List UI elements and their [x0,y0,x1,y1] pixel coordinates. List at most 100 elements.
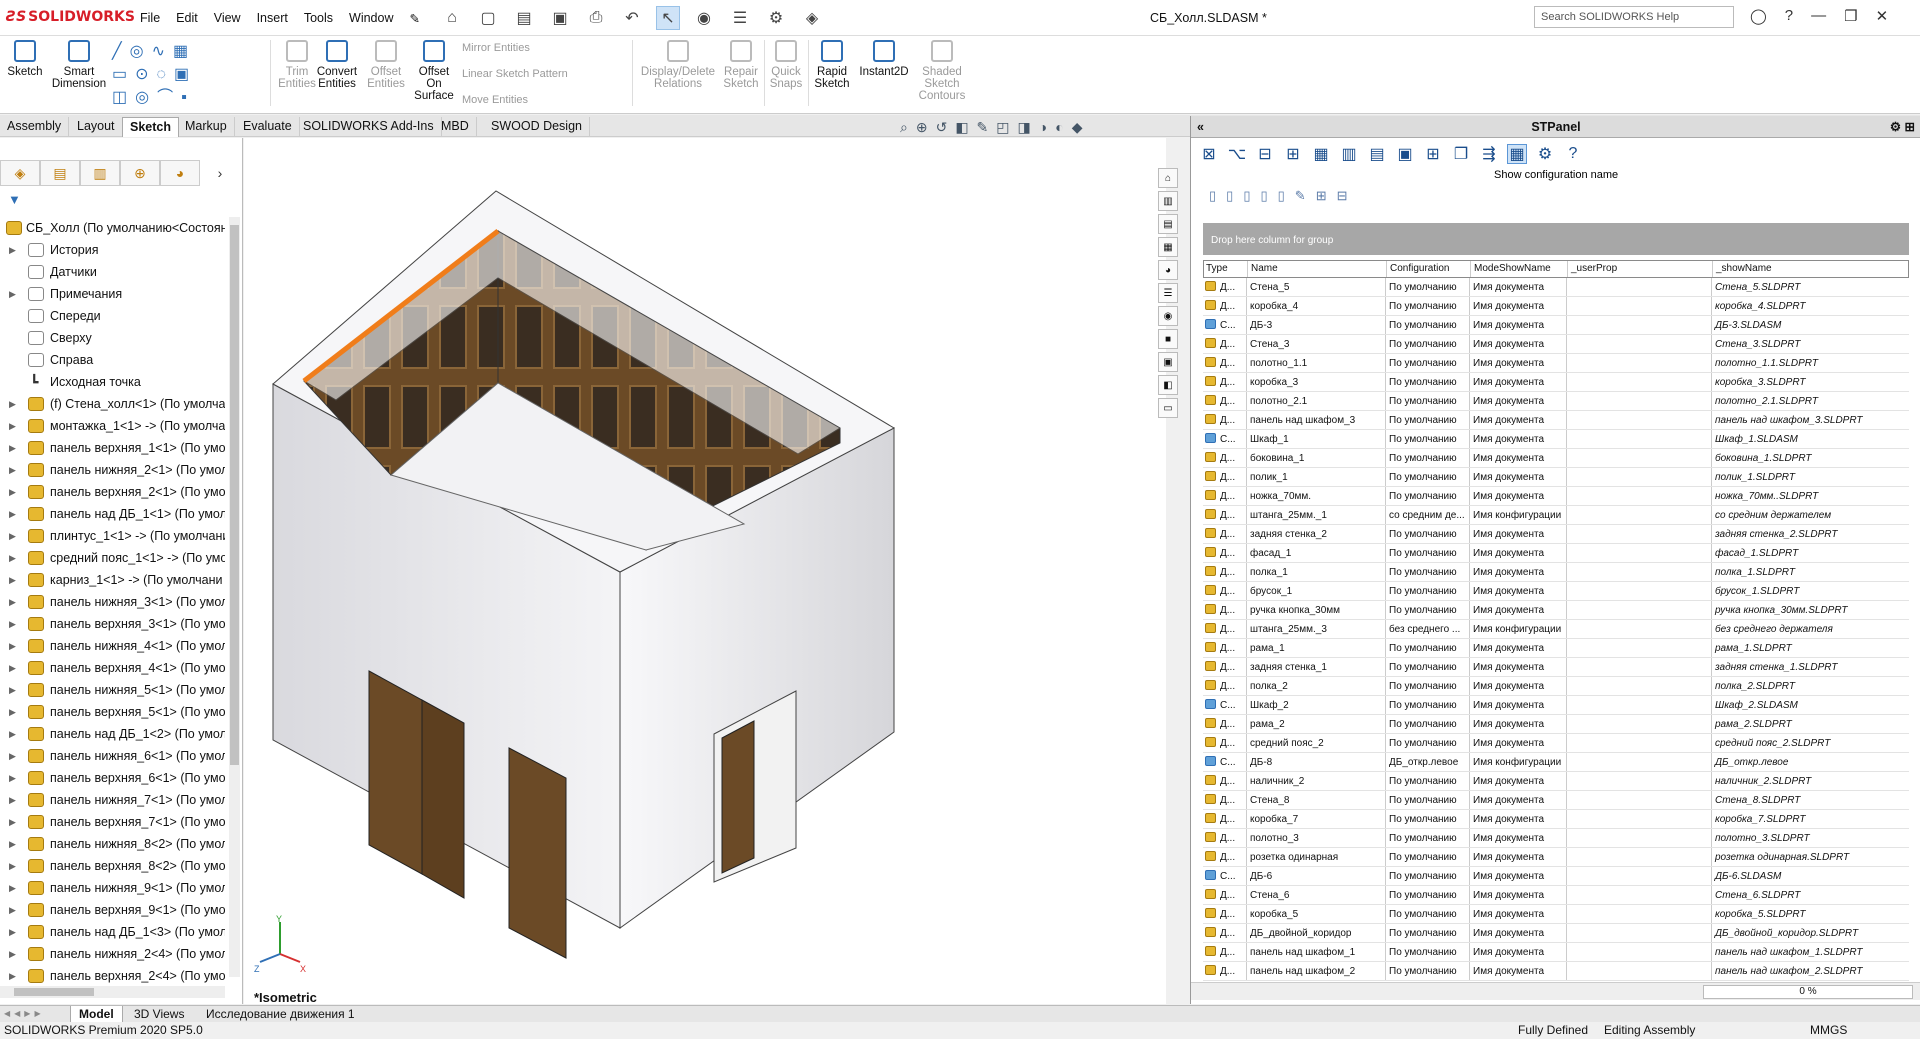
cell-name[interactable]: фасад_1 [1247,544,1386,562]
tree-item[interactable]: ▶ панель нижняя_2<1> (По умол [0,459,225,481]
split-icon[interactable]: ⊟ [1255,144,1275,164]
cell-modeshowname[interactable]: Имя документа [1470,316,1567,334]
sketch-entity-tools[interactable]: ╱◎∿▦ ▭⊙◌▣ ◫◎⌒▪ [112,40,252,108]
expand-arrow-icon[interactable]: ▶ [9,239,16,261]
column-header-type[interactable]: Type [1204,261,1248,277]
tree-item[interactable]: ▶ панель нижняя_2<4> (По умол [0,943,225,965]
cell-type[interactable]: С... [1203,867,1247,885]
menu-edit[interactable]: Edit [176,11,198,26]
cell-configuration[interactable]: По умолчанию [1386,924,1470,942]
configuration-manager-icon[interactable]: ▥ [80,160,120,186]
cell-showname[interactable]: панель над шкафом_3.SLDPRT [1712,411,1909,429]
appearances-icon[interactable]: ◕ [1158,260,1178,280]
cell-name[interactable]: средний пояс_2 [1247,734,1386,752]
expand-arrow-icon[interactable]: ▶ [9,679,16,701]
cell-type[interactable]: Д... [1203,848,1247,866]
cell-type[interactable]: Д... [1203,772,1247,790]
minimize-icon[interactable]: — [1811,7,1826,25]
cell-userprop[interactable] [1567,468,1712,486]
edit-appearance-icon[interactable]: ◐ [1055,119,1063,136]
table-row[interactable]: Д... боковина_1 По умолчанию Имя документа б… [1203,449,1909,468]
cell-modeshowname[interactable]: Имя документа [1470,601,1567,619]
cell-type[interactable]: Д... [1203,715,1247,733]
cell-type[interactable]: Д... [1203,962,1247,980]
tab-addins[interactable]: SOLIDWORKS Add-Ins [296,117,442,137]
instant-icon[interactable]: ◈ [800,6,824,30]
cell-modeshowname[interactable]: Имя документа [1470,810,1567,828]
expand-all-icon[interactable]: ⊞ [1316,188,1327,204]
cell-type[interactable]: Д... [1203,639,1247,657]
tab-sketch[interactable]: Sketch [122,117,179,137]
cell-type[interactable]: Д... [1203,905,1247,923]
open-icon[interactable]: ▤ [512,6,536,30]
cell-modeshowname[interactable]: Имя документа [1470,829,1567,847]
cell-type[interactable]: С... [1203,430,1247,448]
expand-arrow-icon[interactable]: ▶ [9,481,16,503]
menu-tools[interactable]: Tools [304,11,333,26]
cell-configuration[interactable]: По умолчанию [1386,848,1470,866]
table-row[interactable]: Д... коробка_5 По умолчанию Имя документа ко… [1203,905,1909,924]
shaded-sketch-contours-button[interactable]: Shaded Sketch Contours [916,40,968,102]
cell-showname[interactable]: Стена_5.SLDPRT [1712,278,1909,296]
cell-configuration[interactable]: ДБ_откр.левое [1386,753,1470,771]
tree-scroll-thumb[interactable] [230,225,239,765]
cell-name[interactable]: панель над шкафом_2 [1247,962,1386,980]
cell-configuration[interactable]: По умолчанию [1386,468,1470,486]
cell-name[interactable]: розетка одинарная [1247,848,1386,866]
doc-icon-1[interactable]: ▯ [1209,188,1216,204]
cell-name[interactable]: боковина_1 [1247,449,1386,467]
table-row[interactable]: Д... задняя стенка_2 По умолчанию Имя докум… [1203,525,1909,544]
cell-userprop[interactable] [1567,905,1712,923]
cell-modeshowname[interactable]: Имя документа [1470,411,1567,429]
file-properties-icon[interactable]: ☰ [728,6,752,30]
expand-arrow-icon[interactable]: ▶ [9,943,16,965]
cell-configuration[interactable]: со средним де... [1386,506,1470,524]
scenes-icon[interactable]: ◆ [1072,119,1083,136]
cell-modeshowname[interactable]: Имя документа [1470,734,1567,752]
display-manager-icon[interactable]: ◕ [160,160,200,186]
solidworks-forum-icon[interactable]: ◉ [1158,306,1178,326]
show-configuration-name-icon[interactable]: ▦ [1507,144,1527,164]
feature-manager-icon[interactable]: ◈ [0,160,40,186]
table-row[interactable]: Д... Стена_5 По умолчанию Имя документа Стен… [1203,278,1909,297]
cell-type[interactable]: Д... [1203,335,1247,353]
cell-name[interactable]: панель над шкафом_3 [1247,411,1386,429]
group-drop-area[interactable]: Drop here column for group [1203,223,1909,255]
column-header-showname[interactable]: _showName [1713,261,1908,277]
cell-showname[interactable]: средний пояс_2.SLDPRT [1712,734,1909,752]
sketch-button[interactable]: Sketch [4,40,46,78]
column-header-name[interactable]: Name [1248,261,1387,277]
tree-item[interactable]: ▶ панель нижняя_4<1> (По умол [0,635,225,657]
section-view-icon[interactable]: ◧ [955,119,968,136]
room-model[interactable] [244,138,1166,1004]
doc-icon-3[interactable]: ▯ [1243,188,1250,204]
doc-icon-4[interactable]: ▯ [1260,188,1267,204]
cell-configuration[interactable]: По умолчанию [1386,316,1470,334]
cell-showname[interactable]: боковина_1.SLDPRT [1712,449,1909,467]
pin-icon[interactable]: ✎ [410,11,420,26]
cell-configuration[interactable]: По умолчанию [1386,962,1470,980]
expand-arrow-icon[interactable]: ▶ [9,591,16,613]
custom-properties-icon[interactable]: ☰ [1158,283,1178,303]
cell-modeshowname[interactable]: Имя документа [1470,924,1567,942]
cell-name[interactable]: ДБ-8 [1247,753,1386,771]
cell-userprop[interactable] [1567,715,1712,733]
expand-arrow-icon[interactable]: ▶ [9,437,16,459]
tab-3d-views[interactable]: 3D Views [126,1006,192,1022]
repair-sketch-button[interactable]: Repair Sketch [722,40,760,90]
table-row[interactable]: Д... ручка кнопка_30мм По умолчанию Имя док… [1203,601,1909,620]
cell-userprop[interactable] [1567,582,1712,600]
cell-configuration[interactable]: По умолчанию [1386,278,1470,296]
tree-horizontal-scrollbar[interactable] [0,986,225,998]
cell-name[interactable]: ДБ-6 [1247,867,1386,885]
door-left-1[interactable] [368,670,423,875]
cell-userprop[interactable] [1567,411,1712,429]
table-row[interactable]: Д... полик_1 По умолчанию Имя документа поли… [1203,468,1909,487]
tree-item[interactable]: ▶ панель верхняя_4<1> (По умол [0,657,225,679]
table-row[interactable]: Д... полотно_2.1 По умолчанию Имя документа… [1203,392,1909,411]
table-row[interactable]: Д... полотно_1.1 По умолчанию Имя документа… [1203,354,1909,373]
tree-item[interactable]: Спереди [0,305,225,327]
flow-icon[interactable]: ⇶ [1479,144,1499,164]
cell-name[interactable]: штанга_25мм._1 [1247,506,1386,524]
cell-type[interactable]: Д... [1203,487,1247,505]
